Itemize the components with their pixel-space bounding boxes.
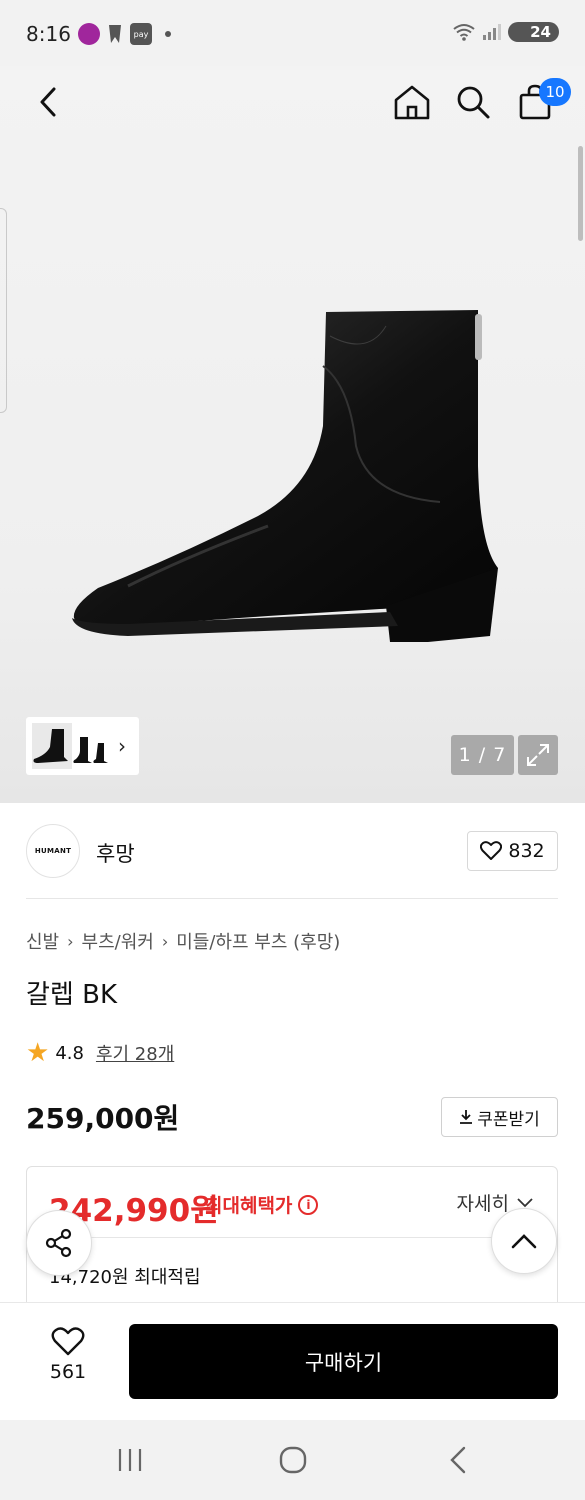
thumbnail-image <box>30 721 112 771</box>
battery-indicator: 24 <box>508 22 559 42</box>
product-title: 갈렙 BK <box>26 980 117 1010</box>
chevron-right-icon: › <box>118 734 126 758</box>
back-nav-button[interactable] <box>438 1440 478 1480</box>
home-icon <box>394 85 430 120</box>
divider <box>26 898 558 899</box>
heart-icon <box>51 1327 85 1356</box>
back-icon <box>40 87 56 117</box>
home-nav-button[interactable] <box>273 1440 313 1480</box>
star-icon: ★ <box>26 1038 50 1068</box>
search-icon <box>457 86 490 119</box>
download-icon <box>460 1110 473 1124</box>
fullscreen-button[interactable] <box>518 735 558 775</box>
breadcrumb-item-boots[interactable]: 부츠/워커 <box>82 928 154 954</box>
back-button[interactable] <box>26 80 70 124</box>
rating-value: 4.8 <box>55 1042 84 1064</box>
max-benefit-text: 최대혜택가 <box>205 1195 293 1217</box>
signal-icon <box>483 24 502 40</box>
super-good-app-icon <box>78 23 100 45</box>
info-icon[interactable]: i <box>298 1194 319 1215</box>
scrollbar[interactable] <box>578 146 583 241</box>
status-bar: 8:16 pay 24 <box>0 0 585 66</box>
home-circle-icon <box>279 1446 307 1474</box>
brand-logo[interactable]: HUMANT <box>26 824 80 878</box>
chevron-down-icon <box>517 1197 533 1207</box>
chevron-right-icon: › <box>67 931 74 951</box>
breadcrumb-item-middle-boots[interactable]: 미들/하프 부츠 (후망) <box>176 928 340 954</box>
purchase-bar: 561 구매하기 <box>0 1302 585 1420</box>
breadcrumb: 신발 › 부츠/워커 › 미들/하프 부츠 (후망) <box>26 928 340 954</box>
system-nav-bar <box>0 1420 585 1500</box>
max-benefit-label[interactable]: 최대혜택가 i <box>205 1191 319 1218</box>
divider <box>49 1237 537 1238</box>
search-button[interactable] <box>451 80 495 124</box>
brand-name[interactable]: 후망 <box>96 838 135 868</box>
coupon-label: 쿠폰받기 <box>477 1109 540 1130</box>
back-nav-icon <box>450 1446 466 1474</box>
product-price: 259,000원 <box>26 1102 180 1135</box>
buy-button[interactable]: 구매하기 <box>129 1324 558 1399</box>
breadcrumb-item-shoes[interactable]: 신발 <box>26 928 59 954</box>
heart-icon <box>480 841 503 860</box>
brand-like-count: 832 <box>508 840 545 862</box>
chevron-right-icon: › <box>161 931 169 951</box>
wish-count: 561 <box>49 1361 87 1383</box>
shield-app-icon <box>107 23 123 45</box>
pay-app-icon: pay <box>130 23 152 45</box>
share-icon <box>45 1228 72 1258</box>
status-right: 24 <box>452 22 559 42</box>
product-gallery[interactable]: 10 › 1 / 7 <box>0 66 585 803</box>
rating-row: ★ 4.8 후기 28개 <box>26 1040 174 1066</box>
thumbnail-strip[interactable]: › <box>26 717 139 775</box>
share-button[interactable] <box>26 1210 92 1276</box>
cart-button[interactable]: 10 <box>513 78 571 124</box>
scroll-top-button[interactable] <box>491 1208 557 1274</box>
cart-count-badge: 10 <box>539 78 571 106</box>
brand-row[interactable]: HUMANT 후망 832 <box>26 822 558 880</box>
wifi-icon <box>453 24 475 41</box>
recent-apps-icon <box>118 1449 142 1471</box>
review-link[interactable]: 후기 28개 <box>96 1040 174 1066</box>
side-panel-handle[interactable] <box>0 208 7 413</box>
product-image <box>72 310 498 642</box>
detail-label: 자세히 <box>456 1193 509 1215</box>
status-time: 8:16 <box>26 22 71 46</box>
more-notifications-dot <box>165 31 171 37</box>
page-indicator: 1 / 7 <box>451 735 514 775</box>
recent-apps-button[interactable] <box>110 1440 150 1480</box>
coupon-button[interactable]: 쿠폰받기 <box>441 1097 558 1137</box>
home-button[interactable] <box>390 80 434 124</box>
expand-icon <box>527 744 549 766</box>
wish-button[interactable]: 561 <box>38 1327 98 1383</box>
chevron-up-icon <box>511 1234 537 1249</box>
brand-like-button[interactable]: 832 <box>467 831 558 871</box>
